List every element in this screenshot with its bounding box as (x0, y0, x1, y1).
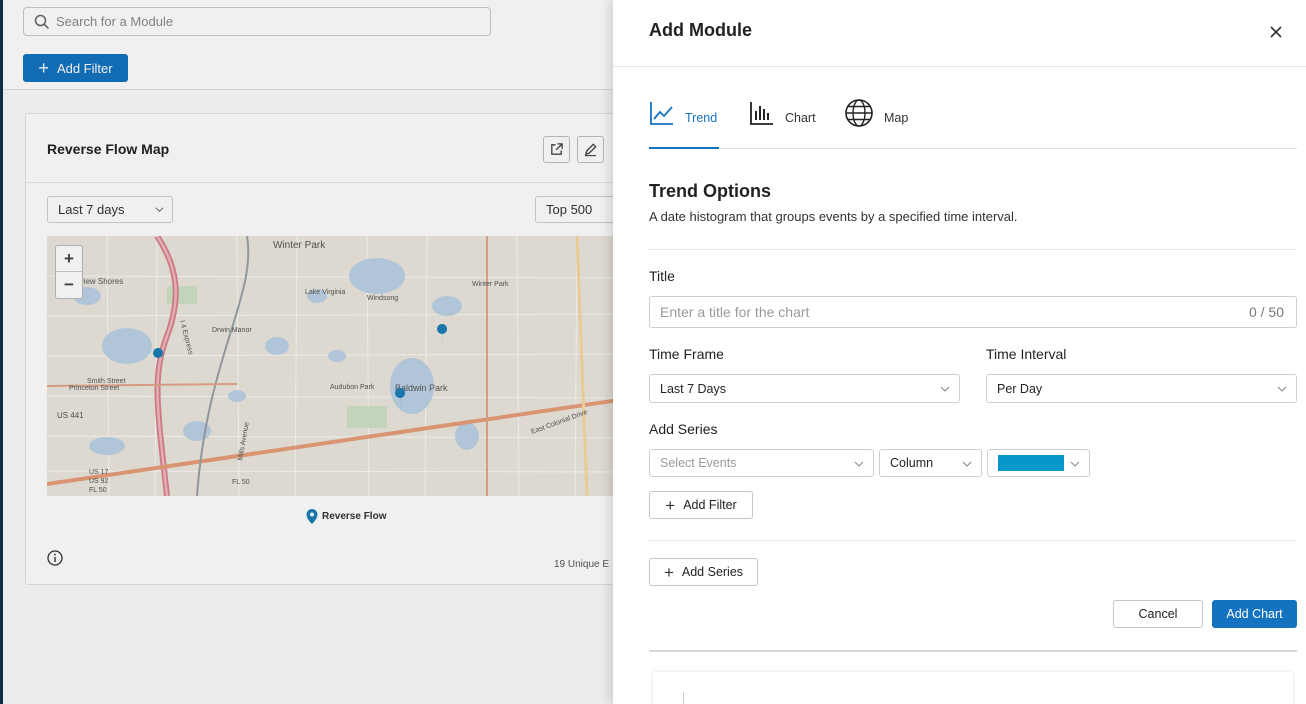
series-type-dropdown[interactable]: Column (879, 449, 982, 477)
series-divider (649, 540, 1297, 541)
add-series-button-label: Add Series (681, 565, 744, 579)
drawer-title: Add Module (649, 20, 752, 40)
add-module-drawer: Add Module Trend Chart Map Trend Options… (613, 0, 1306, 704)
chevron-down-icon (1070, 461, 1080, 467)
plus-icon: + (665, 495, 676, 515)
series-type-value: Column (890, 456, 934, 470)
time-interval-select[interactable]: Per Day (986, 374, 1297, 403)
add-series-label: Add Series (649, 421, 718, 437)
bar-chart-icon (750, 102, 773, 125)
time-frame-select[interactable]: Last 7 Days (649, 374, 960, 403)
add-series-button[interactable]: + Add Series (649, 558, 758, 586)
title-input[interactable] (660, 304, 1220, 320)
time-frame-label: Time Frame (649, 346, 724, 362)
plus-icon: + (663, 562, 674, 582)
tab-map-label: Map (884, 111, 909, 125)
section-divider (649, 249, 1297, 250)
chevron-down-icon (1277, 386, 1287, 392)
title-char-count: 0 / 50 (1248, 304, 1284, 320)
modal-backdrop[interactable] (0, 0, 613, 704)
trend-line-icon (650, 102, 673, 125)
tab-map[interactable]: Map (844, 99, 914, 149)
select-events-dropdown[interactable]: Select Events (649, 449, 874, 477)
tab-trend-label: Trend (685, 111, 718, 125)
preview-axis (683, 692, 684, 704)
cancel-button-label: Cancel (1138, 607, 1178, 621)
globe-icon (845, 99, 873, 127)
chevron-down-icon (854, 461, 864, 467)
tab-chart[interactable]: Chart (749, 100, 819, 149)
chart-preview (653, 672, 1293, 704)
title-field[interactable]: 0 / 50 (649, 296, 1297, 328)
title-field-label: Title (649, 268, 675, 284)
time-frame-value: Last 7 Days (660, 381, 727, 396)
module-type-tabs: Trend Chart Map (649, 99, 1297, 149)
time-interval-label: Time Interval (986, 346, 1067, 362)
time-interval-value: Per Day (997, 381, 1043, 396)
series-color-swatch (998, 455, 1064, 471)
drawer-header-divider (613, 66, 1306, 67)
add-chart-button[interactable]: Add Chart (1212, 600, 1297, 628)
chevron-down-icon (940, 386, 950, 392)
close-icon[interactable] (1268, 24, 1284, 40)
trend-options-title: Trend Options (649, 181, 772, 201)
chevron-down-icon (962, 461, 972, 467)
cancel-button[interactable]: Cancel (1113, 600, 1203, 628)
add-series-filter-button[interactable]: + Add Filter (649, 491, 753, 519)
tab-trend[interactable]: Trend (649, 100, 719, 149)
add-filter-button-label: Add Filter (683, 498, 737, 512)
trend-options-description: A date histogram that groups events by a… (649, 209, 1018, 224)
add-chart-button-label: Add Chart (1226, 607, 1283, 621)
series-color-picker[interactable] (987, 449, 1090, 477)
select-events-placeholder: Select Events (660, 456, 737, 470)
tab-chart-label: Chart (785, 111, 816, 125)
preview-divider (649, 650, 1297, 652)
